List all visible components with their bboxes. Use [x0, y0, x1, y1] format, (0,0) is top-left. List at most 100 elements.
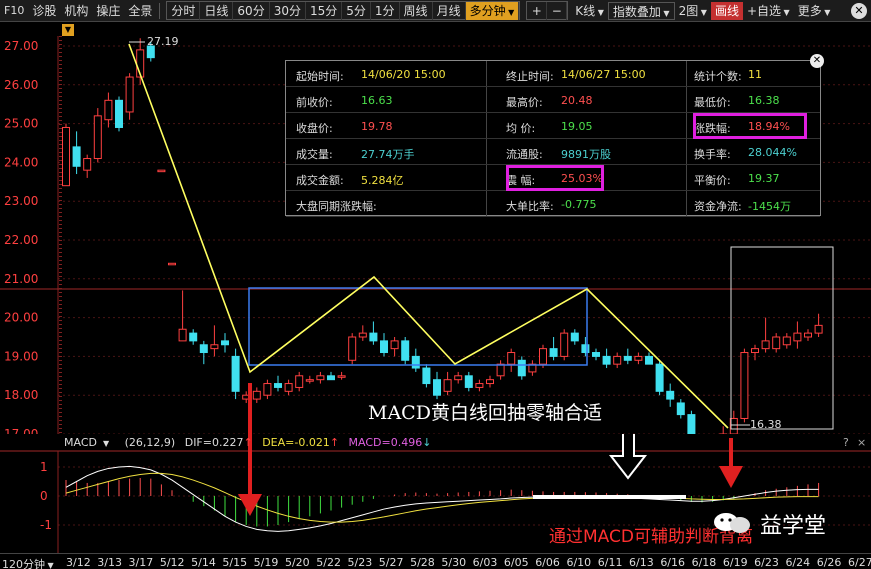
add-watchlist-button[interactable]: +自选 ▼ — [743, 2, 794, 20]
close-icon[interactable]: ✕ — [851, 2, 867, 19]
axis-tick — [59, 72, 62, 73]
zoom-out-button[interactable]: − — [547, 1, 568, 20]
candle-body — [380, 340, 388, 354]
candle-body — [496, 363, 505, 377]
tab-daily[interactable]: 日线 — [200, 1, 234, 20]
price-tick-label: 18.00 — [4, 388, 38, 402]
stats-value: 28.044% — [748, 146, 797, 159]
candle-body — [274, 383, 282, 388]
stats-label: 成交量: — [296, 148, 333, 161]
index-overlay-button[interactable]: 指数叠加 ▼ — [607, 1, 675, 20]
axis-tick — [59, 288, 62, 289]
close-icon[interactable]: × — [857, 436, 866, 449]
candle-body — [221, 340, 229, 346]
candle-body — [316, 375, 325, 381]
macd-tick-label: 1 — [40, 460, 48, 474]
add-watchlist-label: +自选 — [746, 3, 782, 18]
macd-name[interactable]: MACD ▼ — [64, 436, 115, 449]
candle-body — [348, 336, 357, 361]
price-tick-label: 19.00 — [4, 349, 38, 363]
axis-tick — [59, 392, 62, 393]
candle-body — [507, 352, 516, 365]
axis-tick — [59, 360, 62, 361]
candle-body — [72, 146, 81, 167]
axis-tick — [59, 424, 62, 425]
candle-body — [751, 348, 759, 354]
date-tick-label: 6/05 — [503, 556, 529, 569]
watermark: 益学堂 — [760, 514, 827, 539]
k-line-label: K线 — [575, 3, 596, 18]
tab-multi-minute[interactable]: 多分钟 ▼ — [465, 1, 520, 20]
toolbar-item-operator[interactable]: 操庄 — [92, 2, 124, 20]
toolbar-item-panorama[interactable]: 全景 — [124, 2, 156, 20]
axis-tick — [59, 88, 62, 89]
tab-5min[interactable]: 5分 — [342, 1, 371, 20]
axis-tick — [59, 144, 62, 145]
candle-body — [539, 348, 547, 365]
date-tick-label: 5/14 — [191, 556, 216, 569]
tab-timeshare[interactable]: 分时 — [167, 1, 201, 20]
axis-tick — [59, 156, 62, 157]
tab-monthly[interactable]: 月线 — [433, 1, 466, 20]
tab-60min[interactable]: 60分 — [233, 1, 270, 20]
stats-value: 16.38 — [748, 94, 780, 107]
toolbar-item-institution[interactable]: 机构 — [60, 2, 92, 20]
annotation-main: MACD黄白线回抽零轴合适 — [368, 402, 602, 424]
consolidation-box — [248, 287, 588, 366]
axis-tick — [59, 328, 62, 329]
stats-value: 19.37 — [748, 172, 780, 185]
axis-tick — [59, 168, 62, 169]
axis-tick — [59, 364, 62, 365]
date-tick-label: 5/15 — [222, 556, 248, 569]
axis-tick — [59, 264, 62, 265]
date-tick-label: 3/17 — [128, 556, 154, 569]
toolbar-item-diagnose[interactable]: 诊股 — [28, 2, 60, 20]
candle-body — [772, 336, 781, 350]
tab-weekly[interactable]: 周线 — [400, 1, 433, 20]
axis-tick — [59, 280, 62, 281]
more-button[interactable]: 更多 ▼ — [794, 2, 835, 20]
arrow-down-icon: ↓ — [422, 436, 432, 449]
candle-body — [115, 99, 123, 128]
date-tick-label: 6/23 — [754, 556, 779, 569]
candle-body — [782, 336, 791, 346]
stats-label: 流通股: — [506, 148, 543, 161]
axis-tick — [59, 220, 62, 221]
macd-tick-label: -1 — [40, 518, 52, 532]
stats-value: 16.63 — [361, 94, 393, 107]
help-icon[interactable]: ? — [843, 436, 849, 449]
stats-value: 19.05 — [561, 120, 593, 133]
tab-15min[interactable]: 15分 — [306, 1, 343, 20]
axis-tick — [59, 344, 62, 345]
close-icon[interactable]: ✕ — [810, 54, 824, 68]
date-tick-label: 5/22 — [316, 556, 341, 569]
axis-tick — [59, 132, 62, 133]
f10-button[interactable]: F10 — [0, 2, 28, 20]
axis-tick — [59, 200, 62, 201]
axis-tick — [59, 152, 62, 153]
date-tick-label: 6/03 — [472, 556, 498, 569]
candle-body — [475, 383, 484, 388]
axis-tick — [59, 244, 62, 245]
period-selector[interactable]: 120分钟 ▼ — [2, 556, 54, 569]
draw-line-button[interactable]: 画线 — [710, 1, 743, 20]
candle-body — [390, 340, 399, 350]
zoom-in-button[interactable]: + — [527, 1, 548, 20]
price-tick-label: 20.00 — [4, 311, 38, 325]
date-tick-label: 6/26 — [816, 556, 842, 569]
candle-body — [157, 169, 166, 173]
layout-button[interactable]: 2图 ▼ — [675, 2, 711, 20]
stats-label: 统计个数: — [694, 70, 742, 83]
candle-body — [454, 375, 463, 381]
tab-30min[interactable]: 30分 — [270, 1, 306, 20]
macd-name-label: MACD — [64, 436, 97, 449]
stats-label: 终止时间: — [506, 70, 554, 83]
stats-panel: 起始时间: 14/06/20 15:00 终止时间: 14/06/27 15:00 统计… — [285, 54, 824, 217]
axis-tick — [59, 312, 62, 313]
k-line-button[interactable]: K线 ▼ — [571, 2, 608, 20]
price-tick-label: 27.00 — [4, 39, 38, 53]
tab-1min[interactable]: 1分 — [371, 1, 400, 20]
axis-tick — [59, 128, 62, 129]
date-tick-label: 5/28 — [410, 556, 435, 569]
date-tick-label: 5/19 — [253, 556, 279, 569]
